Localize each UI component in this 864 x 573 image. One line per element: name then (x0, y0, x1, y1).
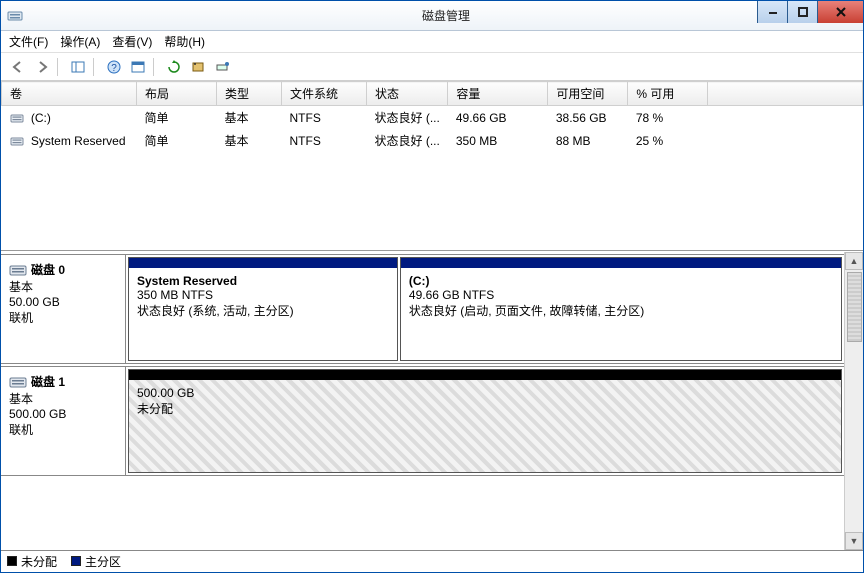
svg-text:?: ? (111, 63, 117, 74)
window-controls (757, 1, 863, 23)
show-hide-icon[interactable] (67, 56, 89, 78)
disk-partitions: System Reserved350 MB NTFS状态良好 (系统, 活动, … (126, 255, 844, 363)
col-status[interactable]: 状态 (367, 82, 448, 106)
col-pctfree[interactable]: % 可用 (628, 82, 708, 106)
table-row[interactable]: (C:)简单基本NTFS状态良好 (...49.66 GB38.56 GB78 … (2, 106, 863, 130)
partition-status: 状态良好 (启动, 页面文件, 故障转储, 主分区) (409, 302, 833, 319)
more-actions-icon[interactable] (211, 56, 233, 78)
disk-state: 联机 (9, 421, 117, 438)
legend-primary: 主分区 (71, 553, 121, 570)
disk-label: 磁盘 1基本500.00 GB联机 (1, 367, 126, 475)
drive-icon (10, 135, 24, 147)
help-icon[interactable]: ? (103, 56, 125, 78)
volume-list: 卷 布局 类型 文件系统 状态 容量 可用空间 % 可用 (C:)简单基本NTF… (1, 81, 863, 251)
volume-table[interactable]: 卷 布局 类型 文件系统 状态 容量 可用空间 % 可用 (C:)简单基本NTF… (1, 81, 863, 152)
table-row[interactable]: System Reserved简单基本NTFS状态良好 (...350 MB88… (2, 129, 863, 152)
window-title: 磁盘管理 (29, 7, 863, 24)
app-icon (7, 8, 23, 24)
scroll-down-icon[interactable]: ▼ (845, 532, 863, 550)
col-spacer (708, 82, 863, 106)
refresh-icon[interactable] (163, 56, 185, 78)
partition-status: 状态良好 (系统, 活动, 主分区) (137, 302, 389, 319)
disk-label: 磁盘 0基本50.00 GB联机 (1, 255, 126, 363)
disk-name-text: 磁盘 0 (31, 261, 65, 278)
vertical-scrollbar[interactable]: ▲ ▼ (845, 252, 863, 550)
scroll-track[interactable] (845, 270, 863, 532)
disk-kind: 基本 (9, 390, 117, 407)
col-capacity[interactable]: 容量 (448, 82, 548, 106)
partition-name: (C:) (409, 274, 833, 288)
title-bar[interactable]: 磁盘管理 (1, 1, 863, 31)
partition-stripe (401, 258, 841, 268)
partition-subtitle: 49.66 GB NTFS (409, 288, 833, 302)
partition[interactable]: (C:)49.66 GB NTFS状态良好 (启动, 页面文件, 故障转储, 主… (400, 257, 842, 361)
col-free[interactable]: 可用空间 (548, 82, 628, 106)
maximize-button[interactable] (787, 1, 817, 23)
col-fs[interactable]: 文件系统 (282, 82, 367, 106)
disk-row[interactable]: 磁盘 1基本500.00 GB联机500.00 GB未分配 (1, 366, 844, 476)
back-button[interactable] (7, 56, 29, 78)
disk-row[interactable]: 磁盘 0基本50.00 GB联机System Reserved350 MB NT… (1, 254, 844, 364)
partition-status: 未分配 (137, 400, 833, 417)
disk-partitions: 500.00 GB未分配 (126, 367, 844, 475)
list-view-icon[interactable] (127, 56, 149, 78)
partition-name: System Reserved (137, 274, 389, 288)
disk-management-window: 磁盘管理 文件(F) 操作(A) 查看(V) 帮助(H) ? 卷 布 (0, 0, 864, 573)
scroll-up-icon[interactable]: ▲ (845, 252, 863, 270)
disk-icon (9, 375, 27, 389)
partition-stripe (129, 370, 841, 380)
disk-size: 50.00 GB (9, 295, 117, 309)
menu-bar: 文件(F) 操作(A) 查看(V) 帮助(H) (1, 31, 863, 53)
toolbar: ? (1, 53, 863, 81)
disk-kind: 基本 (9, 278, 117, 295)
menu-help[interactable]: 帮助(H) (164, 33, 205, 50)
menu-action[interactable]: 操作(A) (60, 33, 100, 50)
menu-file[interactable]: 文件(F) (9, 33, 48, 50)
partition[interactable]: System Reserved350 MB NTFS状态良好 (系统, 活动, … (128, 257, 398, 361)
toolbar-separator (93, 58, 99, 76)
toolbar-separator (57, 58, 63, 76)
disk-name-text: 磁盘 1 (31, 373, 65, 390)
minimize-button[interactable] (757, 1, 787, 23)
disk-icon (9, 263, 27, 277)
col-volume[interactable]: 卷 (2, 82, 137, 106)
drive-icon (10, 112, 24, 124)
col-layout[interactable]: 布局 (137, 82, 217, 106)
partition-stripe (129, 258, 397, 268)
partition-unallocated[interactable]: 500.00 GB未分配 (128, 369, 842, 473)
menu-view[interactable]: 查看(V) (112, 33, 152, 50)
forward-button[interactable] (31, 56, 53, 78)
partition-subtitle: 350 MB NTFS (137, 288, 389, 302)
legend: 未分配 主分区 (1, 550, 863, 572)
legend-unallocated: 未分配 (7, 553, 57, 570)
col-type[interactable]: 类型 (217, 82, 282, 106)
close-button[interactable] (817, 1, 863, 23)
disk-state: 联机 (9, 309, 117, 326)
settings-icon[interactable] (187, 56, 209, 78)
disk-size: 500.00 GB (9, 407, 117, 421)
scroll-grip[interactable] (847, 272, 862, 342)
disk-graphics-area: 磁盘 0基本50.00 GB联机System Reserved350 MB NT… (1, 251, 863, 550)
partition-subtitle: 500.00 GB (137, 386, 833, 400)
toolbar-separator (153, 58, 159, 76)
disk-graphics-inner: 磁盘 0基本50.00 GB联机System Reserved350 MB NT… (1, 252, 845, 550)
